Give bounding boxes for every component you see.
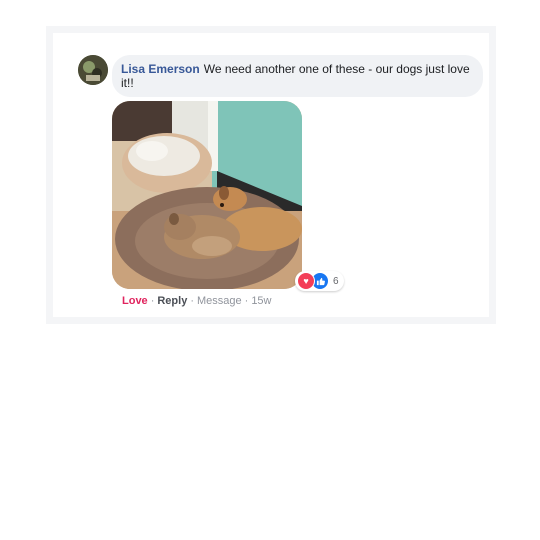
separator-dot: · — [190, 295, 194, 307]
reaction-count: 6 — [333, 275, 339, 287]
avatar[interactable] — [78, 55, 108, 85]
separator-dot: · — [150, 295, 155, 307]
comment-bubble: Lisa Emerson We need another one of these… — [112, 55, 483, 97]
comment-actions: Love · Reply · Message · 15w — [122, 295, 272, 307]
love-reaction-icon: ♥ — [297, 272, 315, 290]
love-button[interactable]: Love — [122, 295, 148, 307]
avatar-image — [78, 55, 108, 85]
reaction-summary[interactable]: ♥ 6 — [295, 271, 344, 291]
comment-photo[interactable] — [112, 101, 302, 289]
dogs-photo — [112, 101, 302, 289]
comment-author[interactable]: Lisa Emerson — [121, 62, 200, 76]
reply-button[interactable]: Reply — [157, 295, 187, 307]
message-button[interactable]: Message — [197, 295, 242, 307]
comment-timestamp[interactable]: 15w — [251, 295, 271, 307]
comment-card-inner: Lisa Emerson We need another one of these… — [53, 33, 489, 317]
comment-card: Lisa Emerson We need another one of these… — [46, 26, 496, 324]
separator-dot: · — [244, 295, 249, 307]
